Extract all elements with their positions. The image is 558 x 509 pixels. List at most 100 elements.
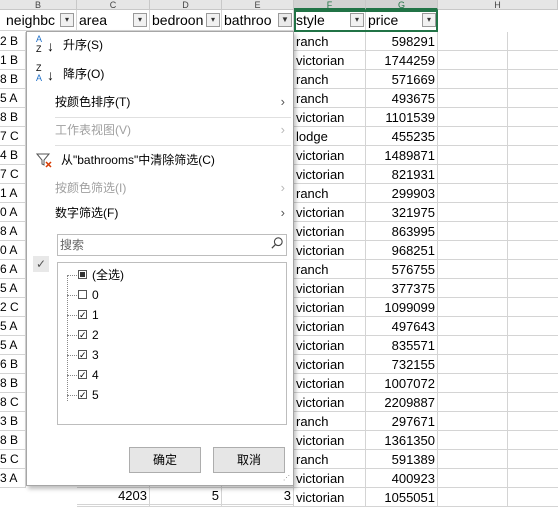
- cell-price[interactable]: 571669: [366, 70, 438, 89]
- sort-ascending-item[interactable]: AZ ↓ 升序(S): [27, 34, 293, 56]
- cell-style[interactable]: victorian: [294, 374, 366, 393]
- column-header-e[interactable]: E: [222, 0, 294, 10]
- cell-style[interactable]: ranch: [294, 450, 366, 469]
- cell-empty[interactable]: [508, 355, 558, 374]
- cell-empty[interactable]: [438, 32, 508, 51]
- cell-empty[interactable]: [508, 469, 558, 488]
- row-key-cell[interactable]: 6 A: [0, 260, 26, 279]
- cell-price[interactable]: 591389: [366, 450, 438, 469]
- cell-style[interactable]: ranch: [294, 70, 366, 89]
- cell-price[interactable]: 732155: [366, 355, 438, 374]
- cell-empty[interactable]: [508, 412, 558, 431]
- unchecked-checkbox[interactable]: [78, 290, 87, 299]
- cell-price[interactable]: 2209887: [366, 393, 438, 412]
- cell-empty[interactable]: [508, 203, 558, 222]
- cell-empty[interactable]: [438, 127, 508, 146]
- cell-empty[interactable]: [508, 222, 558, 241]
- cancel-button[interactable]: 取消: [213, 447, 285, 473]
- cell-empty[interactable]: [508, 70, 558, 89]
- column-header-h[interactable]: H: [438, 0, 558, 10]
- cell-price[interactable]: 598291: [366, 32, 438, 51]
- row-key-cell[interactable]: 1 B: [0, 51, 26, 70]
- cell-style[interactable]: victorian: [294, 222, 366, 241]
- cell-empty[interactable]: [508, 393, 558, 412]
- cell-empty[interactable]: [508, 450, 558, 469]
- cell-empty[interactable]: [508, 298, 558, 317]
- header-bathrooms[interactable]: bathroo ▼: [222, 10, 294, 31]
- row-key-cell[interactable]: 8 B: [0, 431, 26, 450]
- cell-price[interactable]: 1055051: [366, 488, 438, 507]
- checked-checkbox[interactable]: ✓: [78, 330, 87, 340]
- filter-dropdown-button[interactable]: ▾: [422, 13, 436, 27]
- cell-bedrooms[interactable]: 5: [150, 486, 222, 505]
- header-price[interactable]: price ▾: [366, 10, 438, 31]
- cell-price[interactable]: 821931: [366, 165, 438, 184]
- cell-price[interactable]: 1099099: [366, 298, 438, 317]
- cell-empty[interactable]: [508, 165, 558, 184]
- cell-style[interactable]: victorian: [294, 431, 366, 450]
- row-key-cell[interactable]: 7 C: [0, 165, 26, 184]
- header-style[interactable]: style ▾: [294, 10, 366, 31]
- column-header-b[interactable]: B: [0, 0, 77, 10]
- checked-checkbox[interactable]: ✓: [78, 310, 87, 320]
- header-neighborhood[interactable]: neighbc ▾: [0, 10, 77, 31]
- cell-price[interactable]: 377375: [366, 279, 438, 298]
- cell-style[interactable]: ranch: [294, 184, 366, 203]
- filter-dropdown-button[interactable]: ▾: [60, 13, 74, 27]
- cell-empty[interactable]: [438, 203, 508, 222]
- row-key-cell[interactable]: 3 A: [0, 469, 26, 488]
- cell-price[interactable]: 835571: [366, 336, 438, 355]
- row-key-cell[interactable]: 5 A: [0, 89, 26, 108]
- cell-style[interactable]: victorian: [294, 469, 366, 488]
- cell-empty[interactable]: [438, 450, 508, 469]
- cell-empty[interactable]: [438, 488, 508, 507]
- cell-price[interactable]: 321975: [366, 203, 438, 222]
- cell-empty[interactable]: [438, 241, 508, 260]
- sort-by-color-item[interactable]: 按颜色排序(T) ›: [27, 91, 293, 113]
- row-key-cell[interactable]: 8 B: [0, 374, 26, 393]
- cell-empty[interactable]: [508, 127, 558, 146]
- cell-price[interactable]: 1361350: [366, 431, 438, 450]
- cell-empty[interactable]: [438, 431, 508, 450]
- cell-price[interactable]: 576755: [366, 260, 438, 279]
- cell-style[interactable]: victorian: [294, 298, 366, 317]
- row-key-cell[interactable]: 8 C: [0, 393, 26, 412]
- row-key-cell[interactable]: 8 B: [0, 70, 26, 89]
- cell-price[interactable]: 863995: [366, 222, 438, 241]
- cell-price[interactable]: 1744259: [366, 51, 438, 70]
- cell-style[interactable]: victorian: [294, 488, 366, 507]
- header-bedrooms[interactable]: bedroon ▾: [150, 10, 222, 31]
- checked-checkbox[interactable]: ✓: [78, 350, 87, 360]
- row-key-cell[interactable]: 5 A: [0, 279, 26, 298]
- cell-style[interactable]: victorian: [294, 51, 366, 70]
- row-key-cell[interactable]: 0 A: [0, 203, 26, 222]
- cell-style[interactable]: ranch: [294, 32, 366, 51]
- cell-style[interactable]: victorian: [294, 165, 366, 184]
- cell-price[interactable]: 297671: [366, 412, 438, 431]
- cell-price[interactable]: 497643: [366, 317, 438, 336]
- cell-style[interactable]: victorian: [294, 279, 366, 298]
- cell-empty[interactable]: [438, 469, 508, 488]
- cell-style[interactable]: ranch: [294, 412, 366, 431]
- column-header-f[interactable]: F: [294, 0, 366, 10]
- cell-price[interactable]: 1007072: [366, 374, 438, 393]
- cell-empty[interactable]: [508, 108, 558, 127]
- cell-empty[interactable]: [438, 298, 508, 317]
- cell-empty[interactable]: [438, 260, 508, 279]
- cell-empty[interactable]: [438, 393, 508, 412]
- row-key-cell[interactable]: 8 A: [0, 222, 26, 241]
- cell-empty[interactable]: [508, 260, 558, 279]
- column-header-c[interactable]: C: [77, 0, 150, 10]
- cell-empty[interactable]: [438, 108, 508, 127]
- row-key-cell[interactable]: 2 C: [0, 298, 26, 317]
- row-key-cell[interactable]: 2 B: [0, 32, 26, 51]
- row-key-cell[interactable]: 8 B: [0, 108, 26, 127]
- cell-empty[interactable]: [508, 336, 558, 355]
- column-header-g[interactable]: G: [366, 0, 438, 10]
- cell-price[interactable]: 1101539: [366, 108, 438, 127]
- cell-style[interactable]: victorian: [294, 393, 366, 412]
- cell-price[interactable]: 1489871: [366, 146, 438, 165]
- cell-style[interactable]: victorian: [294, 336, 366, 355]
- cell-style[interactable]: ranch: [294, 260, 366, 279]
- filter-dropdown-button[interactable]: ▾: [206, 13, 220, 27]
